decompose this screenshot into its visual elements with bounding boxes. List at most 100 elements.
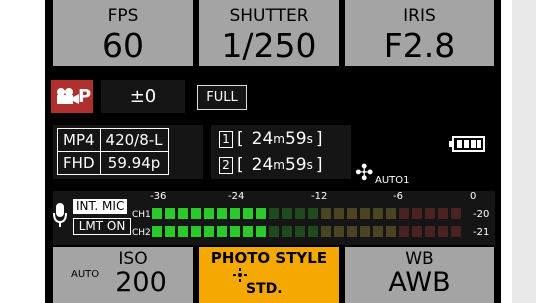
meter-segment	[438, 226, 448, 237]
photo-style-label: PHOTO STYLE	[210, 249, 328, 267]
ch1-label: CH1	[132, 210, 151, 220]
meter-segment	[269, 208, 279, 219]
wb-label: WB	[405, 249, 434, 269]
slot-1-remaining: 1 [ 24 m 59 s]	[219, 129, 323, 149]
fan-mode: AUTO1	[375, 175, 410, 186]
meter-segment	[295, 208, 305, 219]
meter-segment	[412, 208, 422, 219]
meter-segment	[165, 226, 175, 237]
slot-2-seconds: 59	[284, 155, 307, 175]
meter-segment	[282, 226, 292, 237]
fps-label: FPS	[107, 6, 139, 26]
meter-segment	[178, 208, 188, 219]
meter-segment	[451, 208, 461, 219]
card-slots: 1 [ 24 m 59 s] 2 [ 24 m 59 s]	[211, 125, 351, 179]
ch1-level-value: -20	[473, 209, 490, 220]
meter-segment	[399, 226, 409, 237]
meter-segment	[347, 208, 357, 219]
meter-segment	[217, 226, 227, 237]
meter-segment	[360, 226, 370, 237]
photo-style-tile[interactable]: PHOTO STYLE STD.	[199, 247, 339, 303]
meter-segment	[347, 226, 357, 237]
limiter-badge: LMT ON	[73, 218, 131, 235]
left-bezel	[0, 0, 24, 303]
meter-segment	[399, 208, 409, 219]
meter-segment	[165, 208, 175, 219]
meter-segment	[152, 208, 162, 219]
movie-camera-icon	[57, 88, 79, 104]
shutter-tile[interactable]: SHUTTER 1/250	[199, 0, 339, 66]
meter-segment	[204, 226, 214, 237]
slot-2-remaining: 2 [ 24 m 59 s]	[219, 155, 323, 175]
iso-tile[interactable]: ISO AUTO 200	[53, 247, 193, 303]
meter-segment	[334, 226, 344, 237]
meter-segment	[204, 208, 214, 219]
ch1-level-bar	[152, 208, 464, 219]
shutter-label: SHUTTER	[229, 6, 309, 26]
exposure-compensation[interactable]: ±0	[101, 80, 185, 113]
meter-segment	[191, 226, 201, 237]
meter-segment	[425, 226, 435, 237]
scale-tick: -24	[228, 191, 245, 202]
container-format: MP4	[57, 128, 101, 152]
meter-segment	[451, 226, 461, 237]
shutter-value: 1/250	[221, 26, 317, 65]
photo-style-value: STD.	[246, 281, 283, 297]
full-badge: FULL	[197, 85, 247, 110]
microphone-icon	[53, 203, 67, 227]
iso-value: 200	[115, 267, 167, 298]
fps-value: 60	[102, 26, 144, 65]
meter-segment	[243, 226, 253, 237]
meter-segment	[360, 208, 370, 219]
meter-segment	[308, 208, 318, 219]
wb-value: AWB	[388, 267, 451, 298]
meter-segment	[295, 226, 305, 237]
slot-2-minutes: 24	[251, 155, 274, 175]
meter-segment	[178, 226, 188, 237]
meter-segment	[282, 208, 292, 219]
iris-label: IRIS	[403, 6, 436, 26]
iso-label: ISO	[118, 249, 148, 269]
meter-segment	[425, 208, 435, 219]
right-bezel	[512, 0, 536, 303]
meter-segment	[256, 226, 266, 237]
slot-2-icon: 2	[219, 156, 233, 174]
scale-tick: -36	[150, 191, 167, 202]
framerate-format: 59.94p	[99, 151, 169, 175]
recording-format[interactable]: MP4 420/8-L FHD 59.94p	[53, 125, 203, 179]
standard-style-icon	[233, 268, 247, 282]
meter-segment	[386, 226, 396, 237]
audio-level-meter: INT. MIC LMT ON CH1 CH2 -36 -24 -12 -6 0…	[53, 191, 495, 245]
meter-segment	[321, 208, 331, 219]
scale-tick: -12	[311, 191, 328, 202]
battery-icon	[449, 136, 485, 152]
camera-screen: FPS 60 SHUTTER 1/250 IRIS F2.8 P ±0 FULL…	[45, 0, 501, 303]
meter-segment	[152, 226, 162, 237]
meter-segment	[230, 226, 240, 237]
slot-1-icon: 1	[219, 130, 233, 148]
meter-segment	[217, 208, 227, 219]
iris-tile[interactable]: IRIS F2.8	[345, 0, 494, 66]
wb-tile[interactable]: WB AWB	[345, 247, 494, 303]
ch2-label: CH2	[132, 228, 151, 238]
slot-1-seconds: 59	[284, 129, 307, 149]
iris-value: F2.8	[383, 26, 456, 65]
meter-segment	[230, 208, 240, 219]
resolution-format: FHD	[57, 151, 101, 175]
movie-mode-button[interactable]: P	[51, 80, 93, 113]
codec-format: 420/8-L	[99, 128, 169, 152]
meter-segment	[373, 226, 383, 237]
meter-segment	[438, 208, 448, 219]
meter-segment	[334, 208, 344, 219]
meter-segment	[386, 208, 396, 219]
ch2-level-value: -21	[473, 227, 490, 238]
meter-segment	[308, 226, 318, 237]
ch2-level-bar	[152, 226, 464, 237]
meter-segment	[412, 226, 422, 237]
meter-segment	[191, 208, 201, 219]
meter-segment	[243, 208, 253, 219]
fps-tile[interactable]: FPS 60	[53, 0, 193, 66]
scale-tick: 0	[470, 191, 477, 202]
meter-segment	[269, 226, 279, 237]
slot-1-minutes: 24	[251, 129, 274, 149]
